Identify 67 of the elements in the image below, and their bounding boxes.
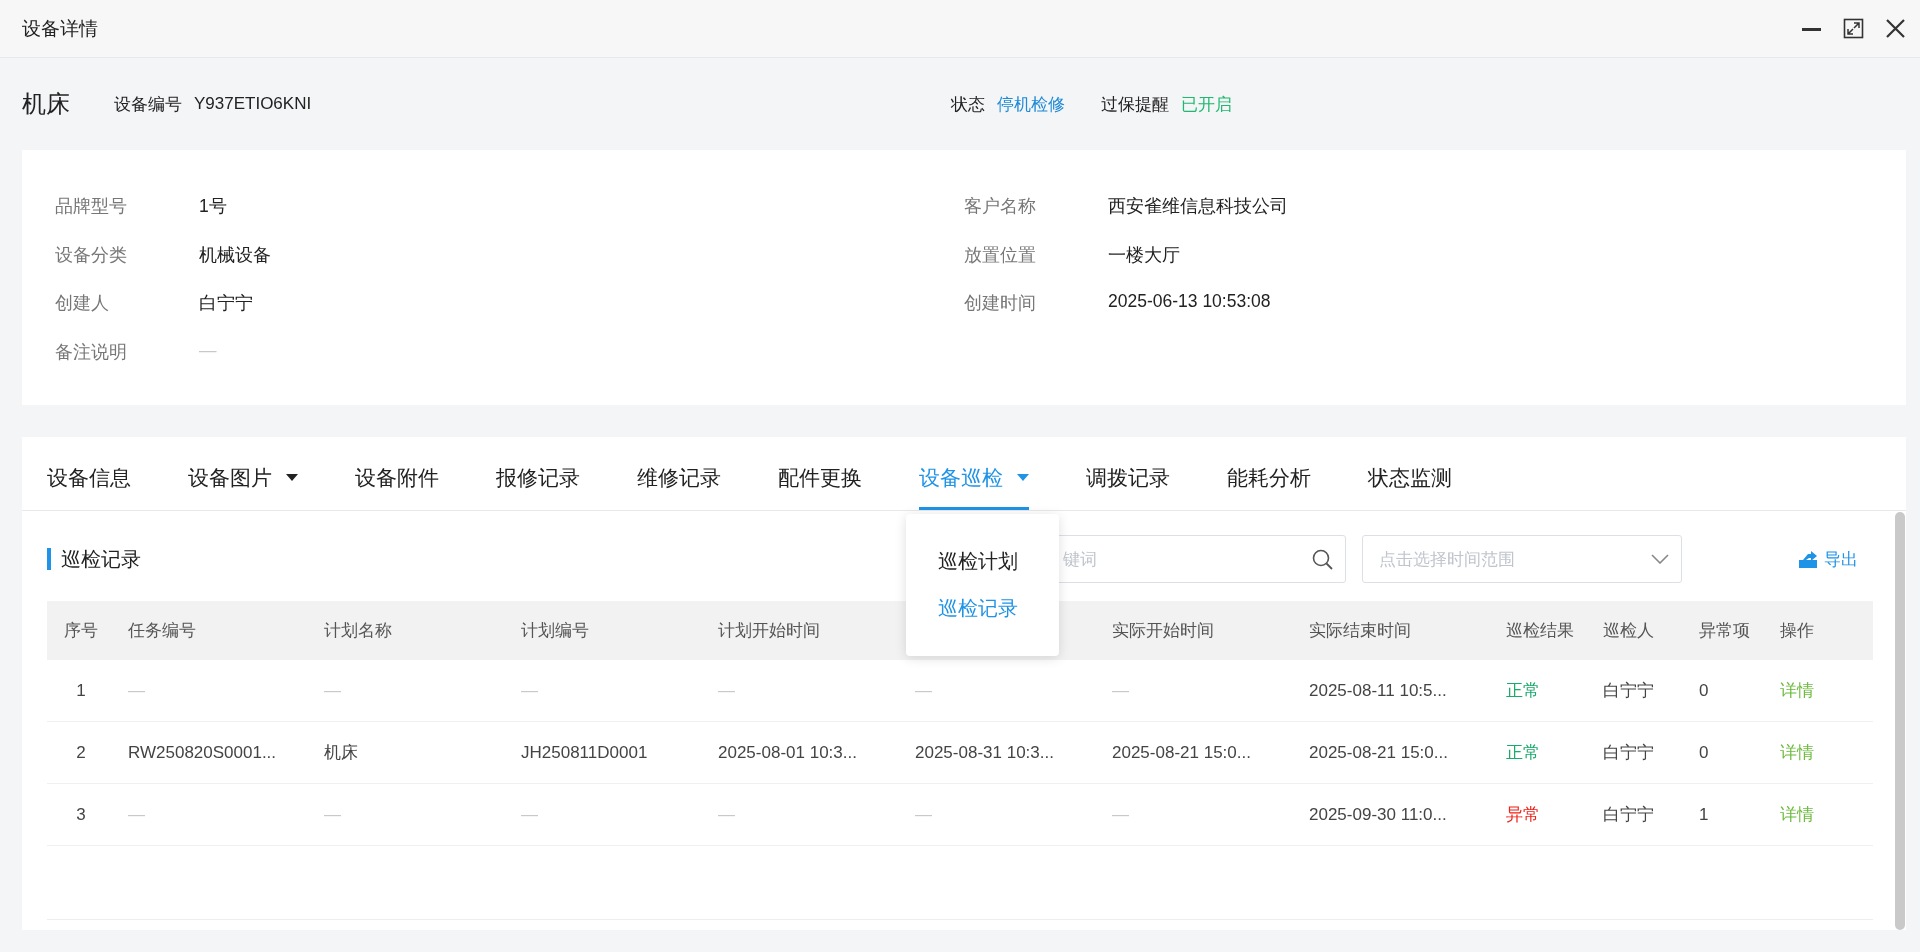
table-cell-text: 正常 xyxy=(1505,680,1541,702)
warranty-value: 已开启 xyxy=(1181,93,1233,116)
table-cell-text: 白宁宁 xyxy=(1602,742,1655,764)
field-value: 西安雀维信息科技公司 xyxy=(1108,195,1288,218)
field-value: — xyxy=(199,339,217,361)
table-cell-text: — xyxy=(914,804,933,825)
column-header: 异常项 xyxy=(1698,620,1751,642)
field-label: 创建人 xyxy=(55,292,110,315)
field-label: 品牌型号 xyxy=(55,195,128,218)
column-header: 巡检人 xyxy=(1602,620,1655,642)
field-value: 机械设备 xyxy=(199,243,271,267)
table-cell-text: 异常 xyxy=(1505,804,1541,826)
device-name: 机床 xyxy=(22,89,70,119)
column-header: 实际开始时间 xyxy=(1111,620,1215,642)
table-cell-text: JH250811D0001 xyxy=(520,742,649,763)
column-header: 计划编号 xyxy=(520,620,590,642)
table-cell-text: 0 xyxy=(1698,680,1710,701)
field-label: 设备分类 xyxy=(55,243,128,267)
column-header: 实际结束时间 xyxy=(1308,620,1412,642)
field-label: 设备编号 xyxy=(114,93,182,116)
field-label: 客户名称 xyxy=(964,195,1037,218)
table-cell-text: — xyxy=(127,804,146,825)
field-label: 过保提醒 xyxy=(1101,93,1170,116)
table-cell-text: — xyxy=(520,680,539,701)
table-cell-text: — xyxy=(127,680,146,701)
table-cell-text: 2025-08-11 10:5... xyxy=(1308,680,1448,701)
column-header: 操作 xyxy=(1779,620,1815,642)
field-value: 一楼大厅 xyxy=(1108,243,1180,267)
field-label: 放置位置 xyxy=(964,243,1037,267)
column-header: 巡检结果 xyxy=(1505,620,1575,642)
status-value: 停机检修 xyxy=(997,93,1066,116)
window-title: 设备详情 xyxy=(22,16,99,41)
table-cell-text: — xyxy=(914,680,933,701)
table-cell-text: 2025-08-21 15:0... xyxy=(1308,742,1449,763)
table-cell-text: 2025-08-01 10:3... xyxy=(717,742,858,763)
table-cell-text: 1 xyxy=(1698,804,1710,825)
field-value: 2025-06-13 10:53:08 xyxy=(1108,291,1271,312)
table-cell-text: — xyxy=(1111,680,1130,701)
table-cell-text: 0 xyxy=(1698,742,1710,763)
column-header: 计划开始时间 xyxy=(717,620,821,642)
table-cell-text: — xyxy=(520,804,539,825)
table-cell-text: 机床 xyxy=(323,742,359,764)
table-cell-text: 2025-08-31 10:3... xyxy=(914,742,1055,763)
table-cell-text: 白宁宁 xyxy=(1602,804,1655,826)
field-label: 备注说明 xyxy=(55,340,128,364)
field-value: 1号 xyxy=(199,195,227,218)
field-value: 白宁宁 xyxy=(199,292,253,315)
section-title: 巡检记录 xyxy=(61,546,141,572)
table-cell-text: 3 xyxy=(75,804,87,825)
table-cell-text: — xyxy=(323,680,342,701)
table-cell-text: 正常 xyxy=(1505,742,1541,764)
table-cell-text: — xyxy=(717,804,736,825)
column-header: 序号 xyxy=(63,620,99,642)
table-cell-text: 白宁宁 xyxy=(1602,680,1655,702)
device-code: Y937ETIO6KNI xyxy=(194,94,312,114)
column-header: 任务编号 xyxy=(127,620,197,642)
table-cell-text: — xyxy=(1111,804,1130,825)
table-cell-text: RW250820S0001... xyxy=(127,742,278,763)
column-header: 计划名称 xyxy=(323,620,393,642)
table-cell-text: 2025-08-21 15:0... xyxy=(1111,742,1252,763)
field-label: 状态 xyxy=(951,93,986,116)
table-cell-text: — xyxy=(323,804,342,825)
table-cell-text: 2025-09-30 11:0... xyxy=(1308,804,1448,825)
field-label: 创建时间 xyxy=(964,292,1037,315)
table-cell-text: — xyxy=(717,680,736,701)
table-cell-text: 1 xyxy=(75,680,87,701)
table-cell-text: 2 xyxy=(75,742,87,763)
